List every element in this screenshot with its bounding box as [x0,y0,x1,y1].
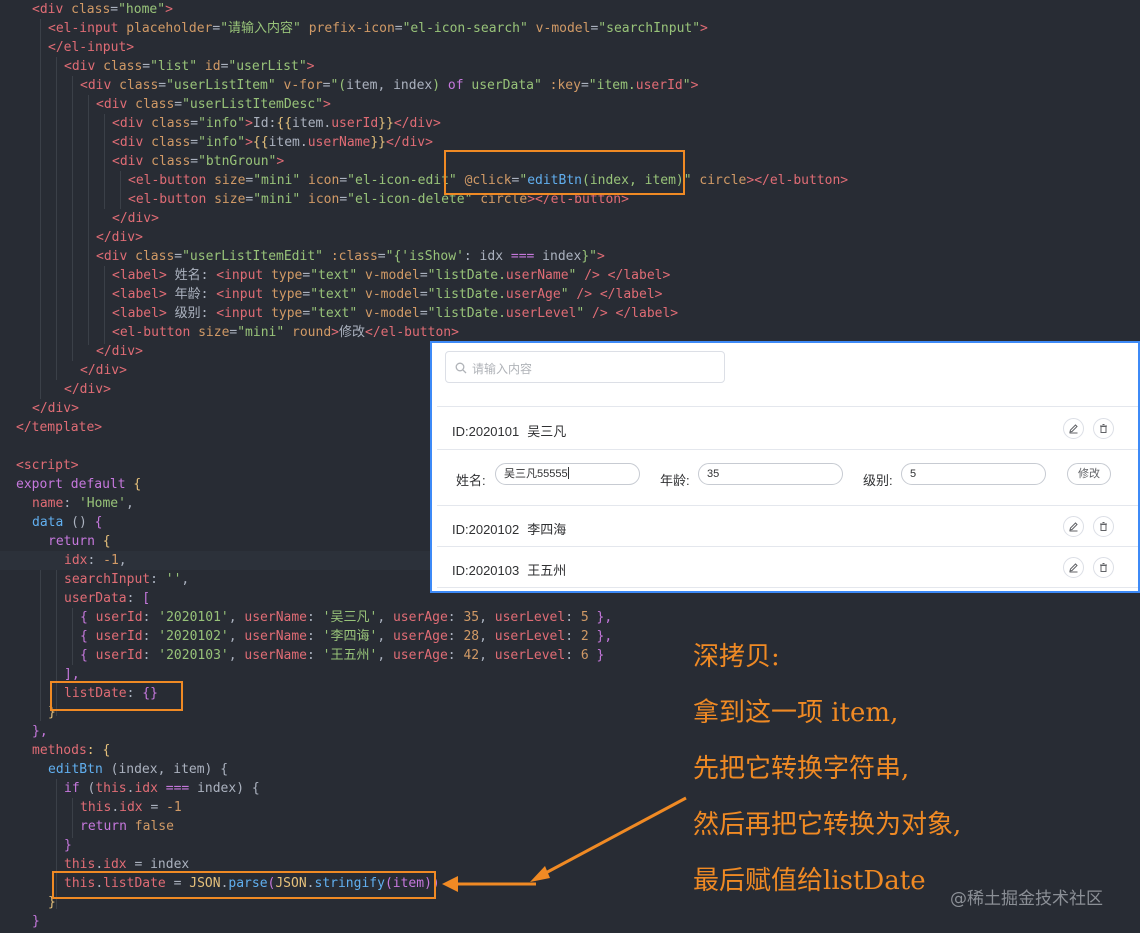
edit-button[interactable] [1063,418,1084,439]
delete-icon [1100,424,1107,433]
edit-icon [1069,563,1078,573]
annotation-line-1: 深拷贝: [693,642,780,672]
user-id: ID:2020102 [452,522,520,537]
delete-button[interactable] [1093,516,1114,537]
delete-icon [1100,522,1107,531]
user-id: ID:2020101 [452,424,520,439]
user-name: 李四海 [527,522,567,537]
name-label: 姓名: [456,473,486,488]
list-item: ID:2020102 李四海 [432,507,1138,547]
watermark: @稀土掘金技术社区 [950,889,1103,909]
search-placeholder: 请输入内容 [472,362,533,376]
age-label: 年龄: [660,473,690,488]
preview-panel: 请输入内容 ID:2020101 吴三凡 姓名: 吴三凡55555 年龄: 35 … [430,341,1140,593]
edit-icon [1069,424,1078,434]
user-name: 王五州 [527,563,567,578]
level-label: 级别: [863,473,893,488]
user-name: 吴三凡 [527,424,567,439]
age-field[interactable]: 35 [698,463,843,485]
name-field[interactable]: 吴三凡55555 [495,463,640,485]
list-item: ID:2020101 吴三凡 [432,409,1138,449]
edit-icon [1069,522,1078,532]
delete-button[interactable] [1093,557,1114,578]
level-field[interactable]: 5 [901,463,1046,485]
delete-button[interactable] [1093,418,1114,439]
user-id: ID:2020103 [452,563,520,578]
annotation-line-3: 先把它转换字符串, [693,754,910,784]
annotation-line-2: 拿到这一项 item, [693,698,899,728]
edit-button[interactable] [1063,516,1084,537]
delete-icon [1100,563,1107,572]
search-input[interactable]: 请输入内容 [445,351,725,383]
edit-form: 姓名: 吴三凡55555 年龄: 35 级别: 5 修改 [432,451,1138,505]
annotation-line-4: 然后再把它转换为对象, [693,810,962,840]
list-item: ID:2020103 王五州 [432,548,1138,588]
annotation-line-5: 最后赋值给listDate [693,866,926,896]
edit-button[interactable] [1063,557,1084,578]
submit-button[interactable]: 修改 [1067,463,1111,485]
search-icon [455,361,467,379]
